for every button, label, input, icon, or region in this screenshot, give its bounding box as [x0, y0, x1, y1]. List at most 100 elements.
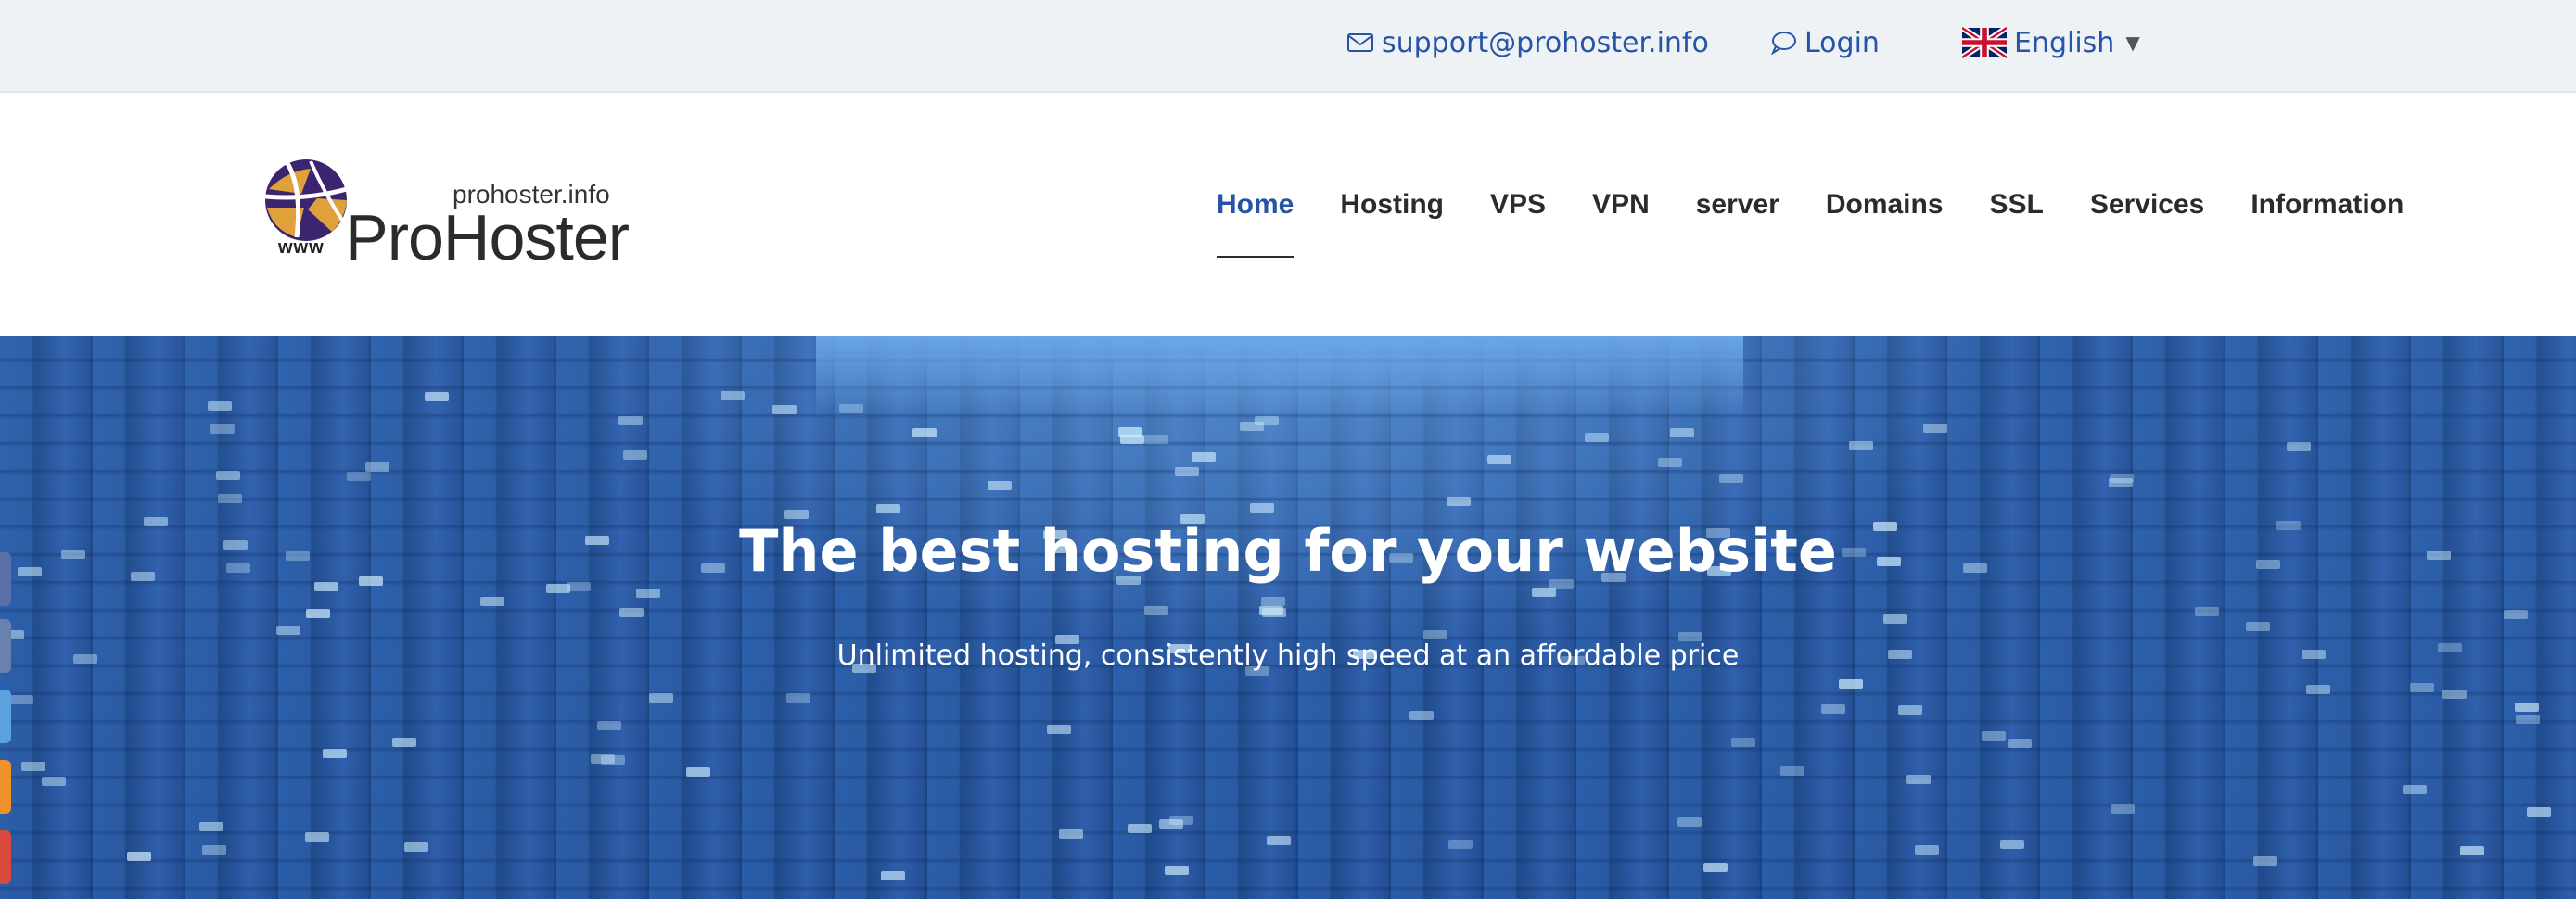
- server-led: [1448, 840, 1473, 849]
- logo-globe-icon: [264, 159, 348, 241]
- nav-item-information[interactable]: Information: [2251, 189, 2404, 258]
- server-led: [912, 428, 937, 437]
- login-link[interactable]: Login: [1769, 20, 1880, 65]
- server-led: [1532, 588, 1556, 597]
- server-led: [1898, 705, 1922, 715]
- social-tab-facebook[interactable]: [0, 552, 11, 606]
- server-led: [1585, 433, 1609, 442]
- server-led: [1839, 679, 1863, 689]
- server-led: [1175, 467, 1199, 476]
- nav-item-ssl[interactable]: SSL: [1990, 189, 2044, 258]
- server-led: [1262, 608, 1286, 617]
- server-led: [1487, 455, 1511, 464]
- server-led: [305, 832, 329, 842]
- nav-item-services[interactable]: Services: [2090, 189, 2204, 258]
- server-led: [208, 401, 232, 411]
- nav-item-server[interactable]: server: [1696, 189, 1779, 258]
- server-led: [210, 424, 235, 434]
- server-led: [721, 391, 745, 400]
- server-led: [1915, 845, 1939, 855]
- server-led: [1267, 836, 1291, 845]
- social-tab-odnoklassniki[interactable]: [0, 760, 11, 814]
- server-led: [1409, 711, 1434, 720]
- server-led: [1821, 704, 1845, 714]
- server-led: [1169, 816, 1193, 825]
- hero-banner: The best hosting for your website Unlimi…: [0, 336, 2576, 899]
- nav-item-domains[interactable]: Domains: [1826, 189, 1944, 258]
- social-tab-youtube[interactable]: [0, 830, 11, 884]
- social-tab-vk[interactable]: [0, 619, 11, 673]
- server-led: [786, 693, 810, 703]
- server-led: [1731, 738, 1755, 747]
- server-led: [2000, 840, 2024, 849]
- server-led: [218, 494, 242, 503]
- server-led: [21, 762, 45, 771]
- server-led: [2504, 610, 2528, 619]
- server-led: [202, 845, 226, 855]
- server-led: [649, 693, 673, 703]
- server-led: [9, 695, 33, 704]
- server-led: [1423, 630, 1447, 639]
- server-led: [1923, 424, 1947, 433]
- server-led: [306, 609, 330, 618]
- server-led: [619, 608, 644, 617]
- social-tab-twitter[interactable]: [0, 690, 11, 743]
- server-led: [1849, 441, 1873, 450]
- nav-item-home[interactable]: Home: [1217, 189, 1294, 258]
- server-led: [127, 852, 151, 861]
- language-selector[interactable]: English ▼: [1962, 20, 2140, 65]
- server-led: [216, 471, 240, 480]
- hero-title: The best hosting for your website: [739, 517, 1837, 585]
- server-led: [42, 777, 66, 786]
- server-led: [988, 481, 1012, 490]
- support-email-link[interactable]: support@prohoster.info: [1346, 20, 1709, 65]
- server-led: [425, 392, 449, 401]
- server-led: [2516, 715, 2540, 724]
- support-email-text: support@prohoster.info: [1382, 26, 1709, 59]
- nav-item-vpn[interactable]: VPN: [1592, 189, 1650, 258]
- site-header: prohoster.info ProHoster www Home Hostin…: [0, 93, 2576, 336]
- server-led: [1118, 427, 1142, 437]
- server-led: [1780, 766, 1804, 776]
- server-led: [2410, 683, 2434, 692]
- server-led: [2287, 442, 2311, 451]
- server-led: [591, 754, 615, 764]
- server-led: [199, 822, 223, 831]
- envelope-icon: [1347, 33, 1373, 52]
- server-led: [1670, 428, 1694, 437]
- server-led: [2253, 856, 2277, 866]
- server-led: [1883, 614, 1907, 624]
- server-led: [1906, 775, 1931, 784]
- server-led: [1047, 725, 1071, 734]
- server-led: [1250, 503, 1274, 513]
- top-bar: support@prohoster.info Login English ▼: [0, 0, 2576, 93]
- server-led: [2195, 607, 2219, 616]
- server-led: [839, 404, 863, 413]
- language-text: English: [2014, 26, 2115, 59]
- server-led: [2246, 622, 2270, 631]
- login-text: Login: [1804, 26, 1880, 59]
- nav-item-hosting[interactable]: Hosting: [1340, 189, 1444, 258]
- nav-item-vps[interactable]: VPS: [1490, 189, 1546, 258]
- server-led: [2515, 703, 2539, 712]
- server-led: [2460, 846, 2484, 855]
- server-led: [365, 462, 389, 472]
- logo-name-text: ProHoster: [345, 201, 630, 273]
- server-led: [480, 597, 504, 606]
- site-logo[interactable]: prohoster.info ProHoster www: [260, 152, 630, 273]
- server-led: [1982, 731, 2006, 741]
- server-led: [2008, 739, 2032, 748]
- server-led: [1658, 458, 1682, 467]
- server-led: [323, 749, 347, 758]
- uk-flag-icon: [1962, 27, 2007, 58]
- hero-background-glow: [816, 336, 1743, 419]
- server-led: [2109, 478, 2133, 487]
- server-led: [1059, 829, 1083, 839]
- server-led: [618, 416, 643, 425]
- server-led: [772, 405, 797, 414]
- server-led: [1144, 606, 1168, 615]
- server-led: [1719, 474, 1743, 483]
- chevron-down-icon: ▼: [2125, 32, 2140, 54]
- server-led: [881, 871, 905, 880]
- hero-background-image: [0, 336, 2576, 899]
